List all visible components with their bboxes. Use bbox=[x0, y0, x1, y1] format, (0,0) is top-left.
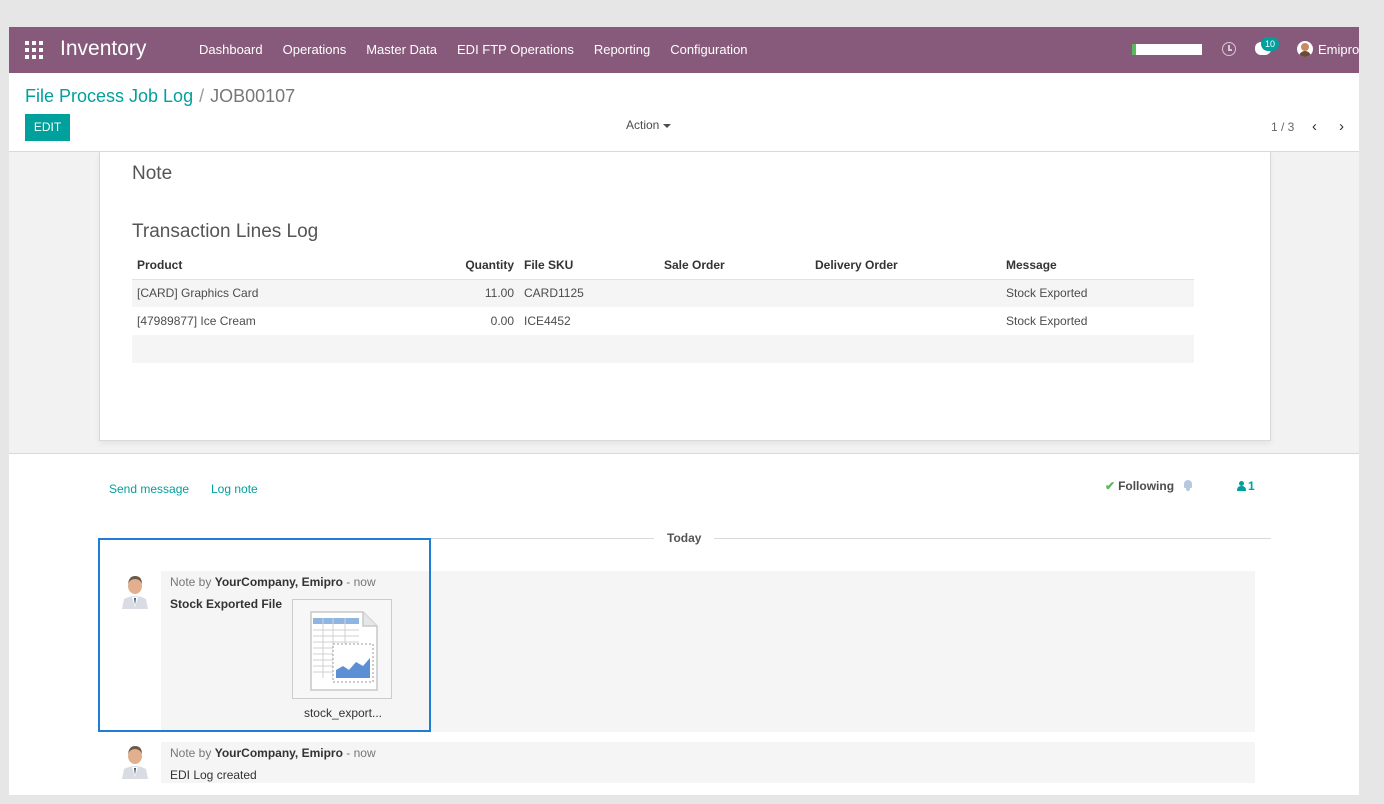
top-navbar: Inventory Dashboard Operations Master Da… bbox=[9, 27, 1359, 73]
menu-item-dashboard[interactable]: Dashboard bbox=[189, 27, 273, 73]
bell-icon[interactable] bbox=[1182, 479, 1194, 491]
activity-clock-icon[interactable] bbox=[1222, 42, 1236, 56]
column-header-sale-order[interactable]: Sale Order bbox=[659, 251, 810, 280]
column-header-delivery-order[interactable]: Delivery Order bbox=[810, 251, 1001, 280]
transaction-lines-table: Product Quantity File SKU Sale Order Del… bbox=[132, 251, 1194, 363]
table-row[interactable]: [CARD] Graphics Card 11.00 CARD1125 Stoc… bbox=[132, 279, 1194, 307]
breadcrumb: File Process Job Log / JOB00107 bbox=[25, 86, 295, 107]
form-sheet: Note Transaction Lines Log Product Quant… bbox=[99, 152, 1271, 441]
highlight-box bbox=[98, 538, 431, 732]
breadcrumb-separator: / bbox=[199, 86, 205, 106]
cell-quantity: 0.00 bbox=[490, 314, 514, 328]
breadcrumb-parent-link[interactable]: File Process Job Log bbox=[25, 86, 193, 106]
pager-value[interactable]: 1 / 3 bbox=[1271, 120, 1294, 134]
chevron-right-icon[interactable]: › bbox=[1339, 118, 1344, 135]
column-header-product[interactable]: Product bbox=[132, 251, 422, 280]
cell-delivery-order bbox=[810, 279, 1001, 307]
message-count-badge: 10 bbox=[1261, 37, 1279, 51]
action-dropdown[interactable]: Action bbox=[626, 118, 672, 132]
menu-item-configuration[interactable]: Configuration bbox=[660, 27, 757, 73]
menu-item-edi-ftp-operations[interactable]: EDI FTP Operations bbox=[447, 27, 584, 73]
apps-menu-icon[interactable] bbox=[25, 41, 43, 59]
progress-bar-fill bbox=[1132, 44, 1137, 55]
cell-message: Stock Exported bbox=[1006, 314, 1088, 328]
cell-product: [CARD] Graphics Card bbox=[132, 279, 422, 307]
user-icon bbox=[1237, 481, 1246, 491]
send-message-button[interactable]: Send message bbox=[109, 482, 189, 496]
cell-message: Stock Exported bbox=[1001, 279, 1194, 307]
user-menu-name[interactable]: Emipro bbox=[1318, 42, 1359, 57]
app-window: Inventory Dashboard Operations Master Da… bbox=[9, 27, 1359, 795]
cell-delivery-order bbox=[810, 307, 1001, 335]
chatter-message: Note by YourCompany, Emipro - now EDI Lo… bbox=[161, 742, 1255, 783]
followers-count: 1 bbox=[1248, 479, 1255, 493]
table-row[interactable]: [47989877] Ice Cream 0.00 ICE4452 Stock … bbox=[132, 307, 1194, 335]
following-label: Following bbox=[1118, 479, 1175, 493]
message-header: Note by YourCompany, Emipro - now bbox=[170, 746, 376, 760]
action-dropdown-label: Action bbox=[626, 118, 660, 132]
main-menu: Dashboard Operations Master Data EDI FTP… bbox=[189, 27, 758, 73]
message-body: EDI Log created bbox=[170, 768, 257, 782]
control-panel: File Process Job Log / JOB00107 EDIT Actio… bbox=[9, 73, 1359, 152]
table-header-row: Product Quantity File SKU Sale Order Del… bbox=[132, 251, 1194, 280]
column-header-quantity[interactable]: Quantity bbox=[422, 251, 519, 280]
date-separator-label: Today bbox=[654, 531, 715, 545]
empty-table-row bbox=[132, 335, 1194, 363]
app-title: Inventory bbox=[60, 37, 147, 60]
message-type: Note by bbox=[170, 746, 212, 760]
onboarding-progress-bar[interactable] bbox=[1132, 44, 1202, 55]
cell-sale-order bbox=[659, 307, 810, 335]
transaction-lines-title: Transaction Lines Log bbox=[132, 221, 319, 242]
message-author[interactable]: YourCompany, Emipro bbox=[215, 746, 343, 760]
cell-product: [47989877] Ice Cream bbox=[137, 314, 256, 328]
message-time: - now bbox=[346, 746, 376, 760]
followers-button[interactable]: 1 bbox=[1237, 479, 1255, 493]
note-section-title: Note bbox=[132, 163, 173, 184]
author-avatar[interactable] bbox=[120, 743, 150, 779]
menu-item-operations[interactable]: Operations bbox=[273, 27, 357, 73]
menu-item-master-data[interactable]: Master Data bbox=[356, 27, 447, 73]
cell-file-sku: ICE4452 bbox=[524, 314, 571, 328]
column-header-message[interactable]: Message bbox=[1001, 251, 1194, 280]
log-note-button[interactable]: Log note bbox=[211, 482, 258, 496]
caret-down-icon bbox=[663, 123, 672, 128]
column-header-file-sku[interactable]: File SKU bbox=[519, 251, 659, 280]
check-icon: ✔ bbox=[1105, 479, 1116, 493]
menu-item-reporting[interactable]: Reporting bbox=[584, 27, 660, 73]
edit-button[interactable]: EDIT bbox=[25, 114, 70, 141]
breadcrumb-current: JOB00107 bbox=[210, 86, 296, 106]
chevron-left-icon[interactable]: ‹ bbox=[1312, 118, 1317, 135]
cell-sale-order bbox=[659, 279, 810, 307]
following-button[interactable]: ✔ Following bbox=[1105, 479, 1174, 493]
user-avatar[interactable] bbox=[1297, 41, 1313, 57]
cell-quantity: 11.00 bbox=[422, 279, 519, 307]
cell-file-sku: CARD1125 bbox=[519, 279, 659, 307]
